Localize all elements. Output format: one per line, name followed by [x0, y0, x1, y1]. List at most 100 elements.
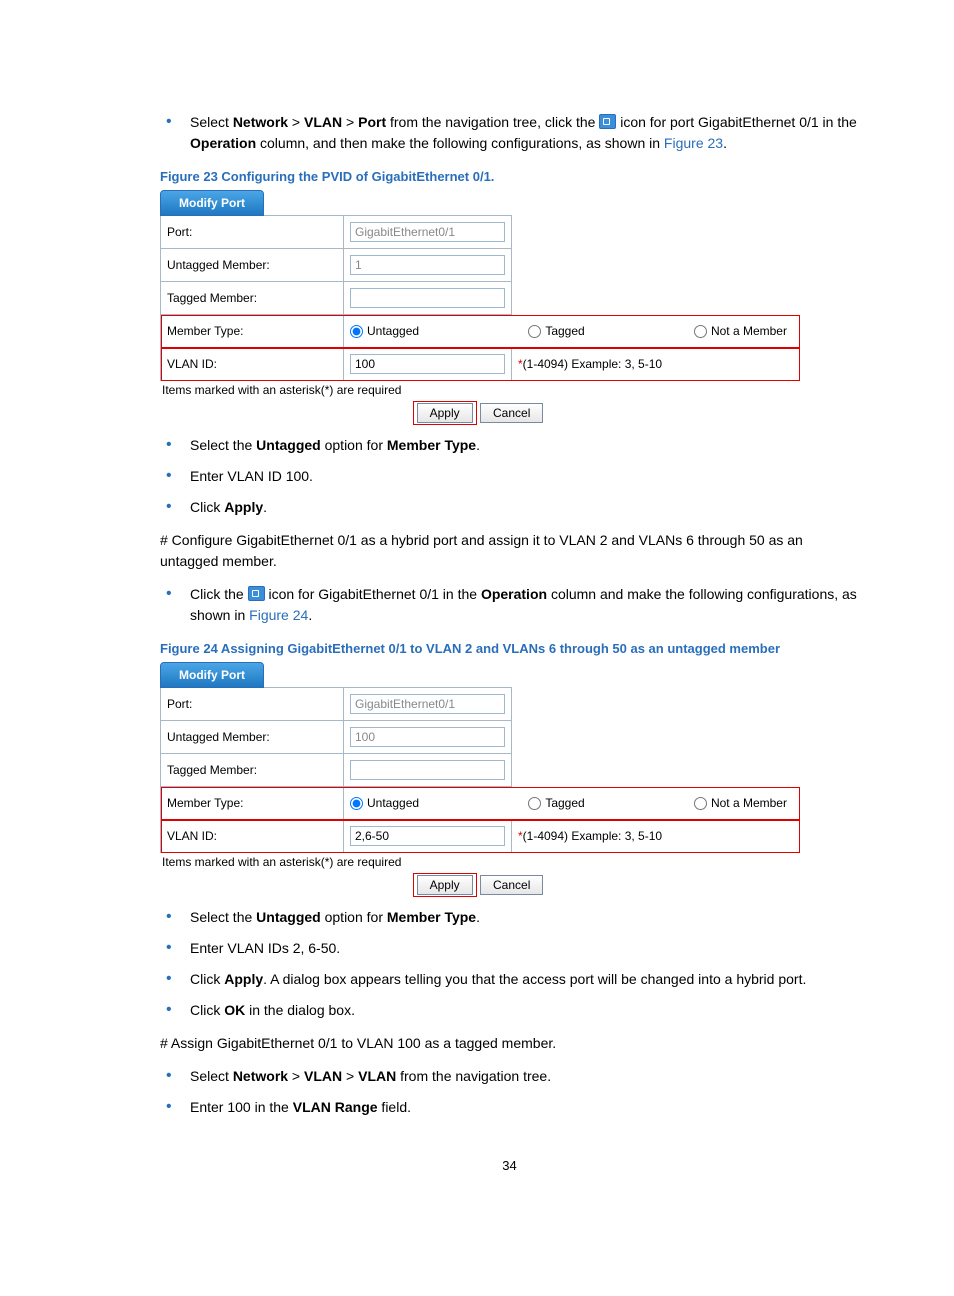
text: . — [476, 909, 480, 925]
instruction-item: Select the Untagged option for Member Ty… — [190, 435, 859, 456]
text: option for — [321, 437, 387, 453]
member-type-label: Member Type: — [161, 315, 344, 348]
figure-24-caption: Figure 24 Assigning GigabitEthernet 0/1 … — [160, 641, 859, 656]
radio-untagged[interactable]: Untagged — [350, 324, 419, 338]
col-operation: Operation — [190, 135, 256, 151]
text: . — [263, 499, 267, 515]
untagged-member-input[interactable] — [350, 255, 505, 275]
text: . — [723, 135, 727, 151]
instruction-item: Select Network > VLAN > Port from the na… — [190, 112, 859, 154]
modify-port-panel-fig23: Modify Port Port: Untagged Member: Tagge… — [160, 190, 800, 423]
untagged-member-label: Untagged Member: — [161, 249, 344, 282]
text: Member Type — [387, 437, 476, 453]
radio-tagged[interactable]: Tagged — [528, 796, 584, 810]
required-note: Items marked with an asterisk(*) are req… — [162, 855, 800, 869]
untagged-member-label: Untagged Member: — [161, 721, 344, 754]
radio-tagged-input[interactable] — [528, 797, 541, 810]
text: VLAN Range — [293, 1099, 378, 1115]
text: icon for GigabitEthernet 0/1 in the — [265, 586, 481, 602]
radio-not-member-input[interactable] — [694, 325, 707, 338]
text: > — [342, 1068, 358, 1084]
text: field. — [378, 1099, 411, 1115]
radio-tagged-label: Tagged — [545, 796, 584, 810]
required-note: Items marked with an asterisk(*) are req… — [162, 383, 800, 397]
text: Select — [190, 114, 233, 130]
nav-port: Port — [358, 114, 386, 130]
modify-port-tab[interactable]: Modify Port — [160, 190, 264, 216]
instruction-item: Enter VLAN IDs 2, 6-50. — [190, 938, 859, 959]
port-input[interactable] — [350, 222, 505, 242]
modify-port-tab[interactable]: Modify Port — [160, 662, 264, 688]
apply-button[interactable]: Apply — [417, 875, 473, 895]
radio-untagged-input[interactable] — [350, 325, 363, 338]
radio-not-member[interactable]: Not a Member — [694, 324, 787, 338]
vlan-id-label: VLAN ID: — [161, 348, 344, 381]
text: Untagged — [256, 437, 321, 453]
tagged-member-input[interactable] — [350, 760, 505, 780]
vlan-id-input[interactable] — [350, 354, 505, 374]
text: in the dialog box. — [245, 1002, 355, 1018]
col-operation: Operation — [481, 586, 547, 602]
text: icon for port GigabitEthernet 0/1 in the — [616, 114, 856, 130]
figure-23-caption: Figure 23 Configuring the PVID of Gigabi… — [160, 169, 859, 184]
modify-port-panel-fig24: Modify Port Port: Untagged Member: Tagge… — [160, 662, 800, 895]
radio-tagged-label: Tagged — [545, 324, 584, 338]
modify-port-form: Port: Untagged Member: Tagged Member: Me… — [160, 215, 800, 381]
tagged-member-input[interactable] — [350, 288, 505, 308]
text: Select the — [190, 437, 256, 453]
untagged-member-input[interactable] — [350, 727, 505, 747]
text: > — [288, 114, 304, 130]
tagged-member-label: Tagged Member: — [161, 282, 344, 315]
text: Select — [190, 1068, 233, 1084]
modify-port-form: Port: Untagged Member: Tagged Member: Me… — [160, 687, 800, 853]
text: > — [288, 1068, 304, 1084]
radio-not-member[interactable]: Not a Member — [694, 796, 787, 810]
instruction-item: Enter VLAN ID 100. — [190, 466, 859, 487]
cancel-button[interactable]: Cancel — [480, 875, 543, 895]
instruction-item: Click Apply. A dialog box appears tellin… — [190, 969, 859, 990]
nav-network: Network — [233, 1068, 288, 1084]
text: > — [342, 114, 358, 130]
text: Select the — [190, 909, 256, 925]
edit-icon — [248, 586, 265, 601]
nav-network: Network — [233, 114, 288, 130]
vlan-id-label: VLAN ID: — [161, 820, 344, 853]
figure-24-link[interactable]: Figure 24 — [249, 607, 308, 623]
text: . — [476, 437, 480, 453]
text: Click — [190, 1002, 224, 1018]
instruction-item: Click OK in the dialog box. — [190, 1000, 859, 1021]
instruction-item: Select the Untagged option for Member Ty… — [190, 907, 859, 928]
text: Apply — [224, 499, 263, 515]
apply-button[interactable]: Apply — [417, 403, 473, 423]
nav-vlan-sub: VLAN — [358, 1068, 396, 1084]
radio-untagged-input[interactable] — [350, 797, 363, 810]
vlan-id-input[interactable] — [350, 826, 505, 846]
radio-tagged-input[interactable] — [528, 325, 541, 338]
text: Enter 100 in the — [190, 1099, 293, 1115]
figure-23-link[interactable]: Figure 23 — [664, 135, 723, 151]
instruction-item: Select Network > VLAN > VLAN from the na… — [190, 1066, 859, 1087]
text: Click the — [190, 586, 248, 602]
instruction-item: Enter 100 in the VLAN Range field. — [190, 1097, 859, 1118]
radio-tagged[interactable]: Tagged — [528, 324, 584, 338]
tagged-member-label: Tagged Member: — [161, 754, 344, 787]
text: Untagged — [256, 909, 321, 925]
vlan-id-hint: (1-4094) Example: 3, 5-10 — [523, 829, 662, 843]
member-type-label: Member Type: — [161, 787, 344, 820]
radio-untagged[interactable]: Untagged — [350, 796, 419, 810]
text: Apply — [224, 971, 263, 987]
page-number: 34 — [160, 1158, 859, 1173]
port-label: Port: — [161, 688, 344, 721]
text: Click — [190, 971, 224, 987]
text: . — [308, 607, 312, 623]
paragraph: # Assign GigabitEthernet 0/1 to VLAN 100… — [160, 1033, 859, 1054]
radio-not-member-label: Not a Member — [711, 796, 787, 810]
radio-not-member-input[interactable] — [694, 797, 707, 810]
radio-untagged-label: Untagged — [367, 796, 419, 810]
text: Member Type — [387, 909, 476, 925]
port-input[interactable] — [350, 694, 505, 714]
cancel-button[interactable]: Cancel — [480, 403, 543, 423]
text: from the navigation tree. — [396, 1068, 551, 1084]
text: from the navigation tree, click the — [386, 114, 599, 130]
vlan-id-hint: (1-4094) Example: 3, 5-10 — [523, 357, 662, 371]
